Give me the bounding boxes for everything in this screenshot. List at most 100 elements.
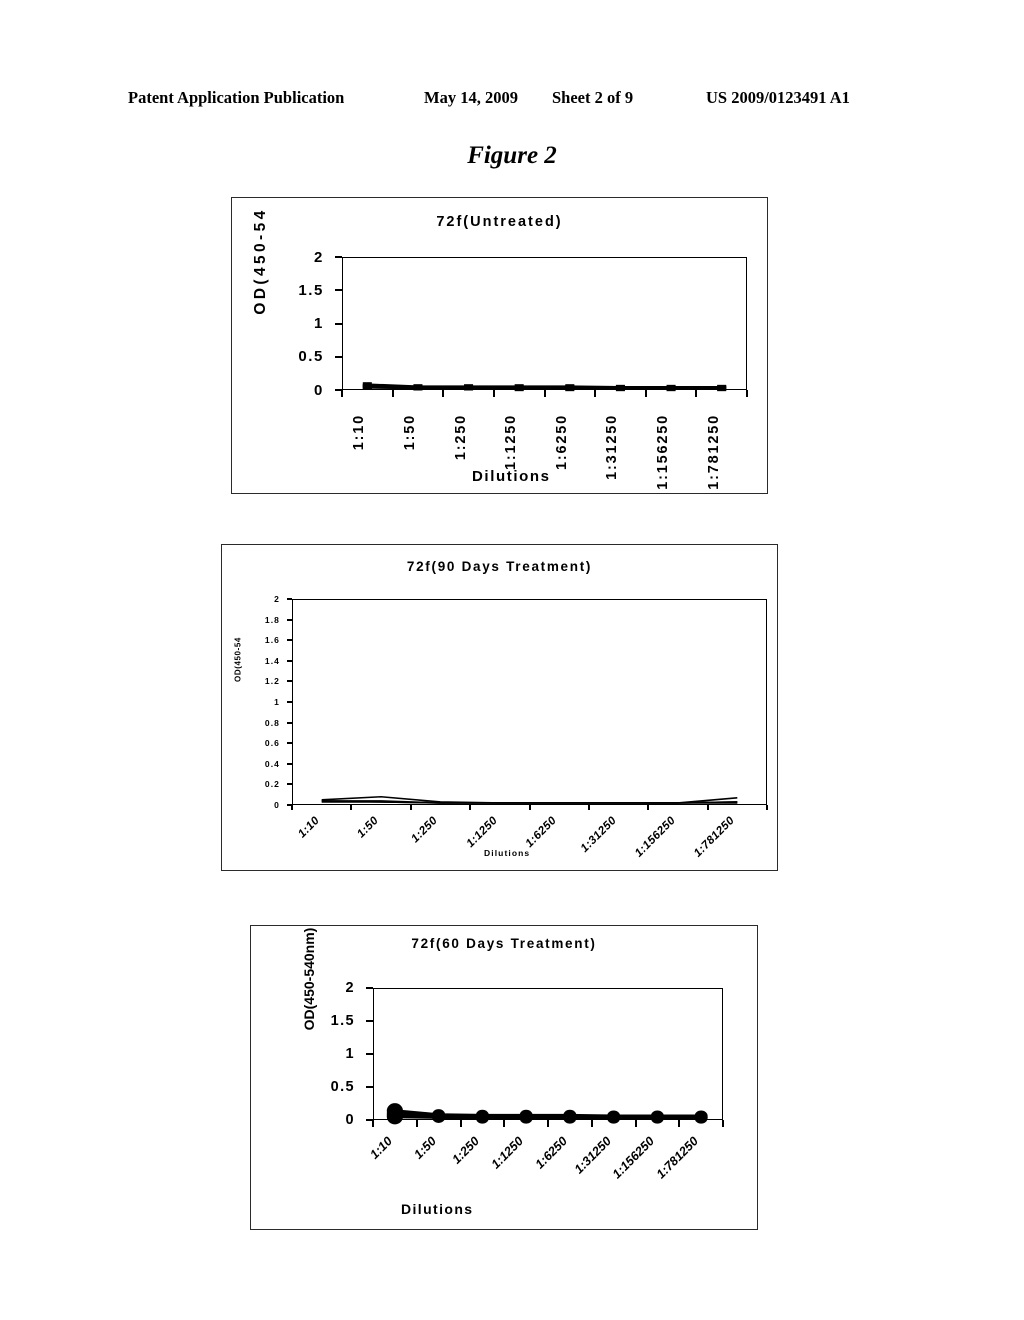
x-tick-label: 1:1250 <box>464 814 500 851</box>
x-tick-mark <box>647 805 650 810</box>
data-point-marker <box>563 1112 577 1124</box>
chart-title: 72f(90 Days Treatment) <box>406 559 593 574</box>
data-series-layer <box>386 1103 708 1125</box>
x-tick-mark <box>442 390 445 397</box>
x-axis-label: Dilutions <box>401 1201 474 1217</box>
data-point-marker <box>519 1112 533 1124</box>
y-tick-mark <box>287 618 292 621</box>
y-tick-label: 0.2 <box>264 779 280 790</box>
data-point-marker <box>666 386 676 392</box>
y-tick-label: 2 <box>274 594 280 604</box>
y-tick-label: 0.8 <box>264 717 280 728</box>
data-point-marker <box>694 1112 708 1124</box>
y-tick-mark <box>366 1020 373 1022</box>
x-tick-mark <box>695 390 698 397</box>
x-tick-label: 1:1250 <box>503 414 520 470</box>
x-tick-mark <box>594 390 597 397</box>
chart-title: 72f(Untreated) <box>436 214 563 230</box>
x-tick-mark <box>590 1120 593 1127</box>
x-tick-label: 1:250 <box>409 814 441 846</box>
data-point-marker <box>514 386 524 392</box>
x-tick-label: 1:6250 <box>532 1134 570 1172</box>
data-series-layer <box>362 382 727 392</box>
header-sheet: Sheet 2 of 9 <box>552 88 634 107</box>
x-tick-label: 1:250 <box>449 1134 483 1167</box>
data-point-marker <box>615 386 625 392</box>
data-point-marker <box>565 386 575 392</box>
series-line <box>321 801 738 804</box>
y-tick-mark <box>287 598 292 600</box>
data-point-marker <box>717 386 727 392</box>
y-tick-label: 0 <box>314 381 324 399</box>
y-tick-mark <box>366 1086 373 1088</box>
x-tick-mark <box>678 1120 681 1127</box>
x-tick-label: 1:156250 <box>655 414 672 490</box>
y-tick-mark <box>287 701 292 703</box>
x-tick-mark <box>391 390 394 397</box>
y-tick-mark <box>366 987 373 989</box>
header-publication: Patent Application Publication <box>128 88 345 107</box>
x-tick-mark <box>746 390 748 397</box>
x-tick-mark <box>341 390 343 397</box>
x-tick-mark <box>528 805 531 810</box>
y-tick-mark <box>335 256 342 258</box>
y-tick-label: 1.6 <box>264 635 280 646</box>
x-tick-mark <box>706 805 709 810</box>
x-tick-mark <box>469 805 472 810</box>
y-axis-label: OD(450-540nm) <box>301 927 317 1031</box>
x-tick-mark <box>766 805 768 810</box>
x-tick-label: 1:781250 <box>705 414 722 490</box>
x-tick-label: 1:10 <box>351 414 368 451</box>
x-tick-mark <box>492 390 495 397</box>
chart-panel-untreated: 72f(Untreated) OD(450-54 Dilutions 0 0.5 1… <box>231 197 768 494</box>
data-series-layer <box>321 795 738 804</box>
chart-panel-60-days: 72f(60 Days Treatment) OD(450-540nm) Dil… <box>250 925 758 1230</box>
y-tick-mark <box>287 742 292 745</box>
x-tick-mark <box>350 805 353 810</box>
y-tick-label: 1 <box>274 697 280 707</box>
y-tick-label: 2 <box>314 248 324 266</box>
chart-title: 72f(60 Days Treatment) <box>411 936 597 951</box>
y-tick-label: 0.6 <box>264 738 280 749</box>
x-tick-label: 1:31250 <box>604 414 621 480</box>
y-tick-mark <box>287 680 292 683</box>
chart-panel-90-days: 72f(90 Days Treatment) OD(450-54 Dilutio… <box>221 544 778 871</box>
x-tick-label: 1:781250 <box>692 814 738 860</box>
x-tick-label: 1:250 <box>452 414 469 461</box>
y-tick-label: 1.5 <box>330 1013 355 1029</box>
y-tick-label: 1 <box>314 315 324 332</box>
x-tick-mark <box>503 1120 506 1127</box>
y-tick-label: 0.4 <box>264 758 280 769</box>
data-point-marker <box>386 1109 403 1125</box>
y-tick-mark <box>287 659 292 662</box>
x-tick-label: 1:31250 <box>578 814 619 855</box>
x-tick-mark <box>587 805 590 810</box>
data-point-marker <box>432 1111 446 1123</box>
y-tick-mark <box>287 783 292 786</box>
x-tick-mark <box>634 1120 637 1127</box>
y-tick-mark <box>287 762 292 765</box>
x-tick-mark <box>547 1120 549 1127</box>
plot-area <box>292 599 767 805</box>
data-point-marker <box>464 385 474 391</box>
x-tick-label: 1:6250 <box>523 814 560 851</box>
header-date: May 14, 2009 <box>424 88 518 107</box>
y-tick-mark <box>335 355 342 358</box>
x-tick-mark <box>409 805 412 810</box>
x-tick-mark <box>459 1120 462 1127</box>
x-axis-label: Dilutions <box>484 848 531 858</box>
y-tick-label: 1.8 <box>264 614 280 625</box>
y-tick-mark <box>287 639 292 642</box>
y-tick-mark <box>335 322 342 325</box>
data-point-marker <box>650 1112 664 1124</box>
x-tick-label: 1:10 <box>367 1134 395 1162</box>
x-tick-label: 1:31250 <box>571 1134 614 1177</box>
data-point-marker <box>607 1112 621 1124</box>
x-tick-mark <box>644 390 647 397</box>
x-tick-mark <box>543 390 546 397</box>
x-tick-mark <box>372 1120 374 1127</box>
data-point-marker <box>475 1112 489 1124</box>
figure-label: Figure 2 <box>467 142 557 169</box>
y-tick-label: 1.5 <box>298 281 324 299</box>
y-tick-label: 1 <box>345 1046 355 1062</box>
